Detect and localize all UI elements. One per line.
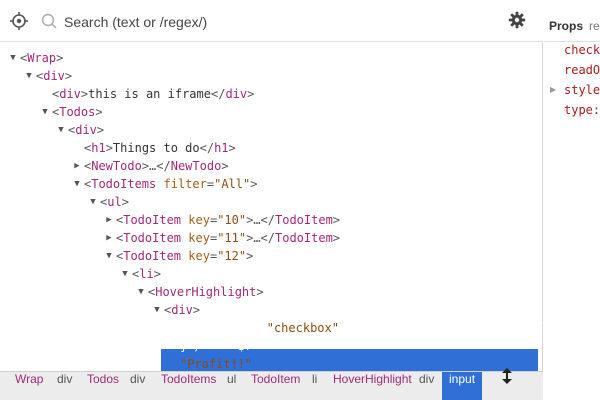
tree-node-label: <h1>Things to do</h1>: [84, 141, 236, 155]
collapse-arrow-icon[interactable]: ▼: [24, 67, 34, 85]
tree-row[interactable]: <h1>Things to do</h1>: [0, 139, 543, 157]
collapse-arrow-icon[interactable]: ▼: [136, 283, 146, 301]
tree-row[interactable]: ▶ <NewTodo>…</NewTodo>: [0, 157, 543, 175]
tree-node-label: <TodoItems filter="All">: [84, 177, 258, 191]
component-tree: ▼ <Wrap> ▼ <div> <div>this is an iframe</div…: [0, 44, 563, 389]
tree-row[interactable]: ▼ <li>: [0, 265, 543, 283]
tree-row[interactable]: ▶ <TodoItem key="10">…</TodoItem>: [0, 211, 543, 229]
collapse-arrow-icon[interactable]: ▼: [40, 103, 50, 121]
expand-arrow-icon[interactable]: ▶: [72, 157, 82, 175]
tree-node-label: <TodoItem key="10">…</TodoItem>: [116, 213, 341, 227]
breadcrumb-item[interactable]: Todos: [87, 372, 119, 400]
tree-node-label: <input type="checkbox" readOnly={true} c…: [180, 321, 563, 335]
expand-arrow-icon[interactable]: ▶: [104, 229, 114, 247]
props-panel: Props re checke readOn ▶ style: type:: [544, 0, 600, 400]
breadcrumb-item[interactable]: Wrap: [15, 372, 43, 400]
tree-row[interactable]: } /> == $r: [0, 337, 543, 355]
breadcrumb-item[interactable]: div: [57, 372, 72, 400]
expand-arrow-icon[interactable]: ▶: [104, 211, 114, 229]
breadcrumb-item[interactable]: li: [312, 372, 317, 400]
props-title: Props: [549, 19, 584, 33]
tree-node-label: <TodoItem key="12">: [116, 249, 254, 263]
tree-node-label: <ul>: [100, 195, 129, 209]
tree-node-label: <li>: [132, 267, 161, 281]
breadcrumb: Wrap div Todos div TodoItems ul TodoItem li Hove…: [0, 371, 543, 400]
breadcrumb-item[interactable]: div: [130, 372, 145, 400]
tree-row[interactable]: ▼ <ul>: [0, 193, 543, 211]
breadcrumb-item[interactable]: div: [419, 372, 434, 400]
breadcrumb-item[interactable]: TodoItem: [251, 372, 300, 400]
collapse-arrow-icon[interactable]: ▼: [104, 247, 114, 265]
tree-row[interactable]: ▼ <div>: [0, 121, 543, 139]
tree-node-label: <div>: [68, 123, 105, 137]
collapse-arrow-icon[interactable]: ▼: [56, 121, 66, 139]
search-icon: [41, 13, 57, 29]
collapse-arrow-icon[interactable]: ▼: [72, 175, 82, 193]
tree-node-label: } /> == $r: [180, 339, 253, 353]
prop-item[interactable]: style:: [564, 83, 600, 97]
tree-node-label: <HoverHighlight>: [148, 285, 264, 299]
resize-handle-icon[interactable]: [500, 367, 514, 385]
tree-node-label: <div>: [36, 69, 73, 83]
gear-icon[interactable]: [508, 11, 526, 29]
tree-node-label: <NewTodo>…</NewTodo>: [84, 159, 229, 173]
tree-row[interactable]: ▼ <TodoItem key="12">: [0, 247, 543, 265]
tree-node-label: <TodoItem key="11">…</TodoItem>: [116, 231, 341, 245]
props-subtitle: re: [589, 19, 600, 33]
tree-node-label: <div>: [164, 303, 201, 317]
tree-node-label: <Todos>: [52, 105, 103, 119]
collapse-arrow-icon[interactable]: ▼: [88, 193, 98, 211]
breadcrumb-item[interactable]: input: [442, 372, 483, 400]
tree-row[interactable]: <div>this is an iframe</div>: [0, 85, 543, 103]
breadcrumb-item[interactable]: TodoItems: [161, 372, 216, 400]
tree-node-label: <Wrap>: [20, 51, 64, 65]
toolbar: [0, 0, 543, 42]
tree-row[interactable]: ▼ <Wrap>: [0, 49, 543, 67]
collapse-arrow-icon[interactable]: ▼: [8, 49, 18, 67]
tree-row[interactable]: ▼ <Todos>: [0, 103, 543, 121]
target-icon[interactable]: [10, 12, 28, 30]
tree-row[interactable]: ▼ <HoverHighlight>: [0, 283, 543, 301]
prop-item[interactable]: type:: [564, 103, 600, 117]
tree-row[interactable]: ▶ <TodoItem key="11">…</TodoItem>: [0, 229, 543, 247]
tree-row[interactable]: <input type="checkbox" readOnly={true} c…: [0, 319, 563, 337]
collapse-arrow-icon[interactable]: ▼: [120, 265, 130, 283]
tree-row[interactable]: ▼ <div>: [0, 301, 543, 319]
search-input[interactable]: [64, 12, 424, 32]
breadcrumb-item[interactable]: HoverHighlight: [333, 372, 412, 400]
component-tree-panel: ▼<Wrap>▼<div><div>this is an iframe</div…: [0, 0, 563, 400]
tree-node-label: <div>this is an iframe</div>: [52, 87, 255, 101]
collapse-arrow-icon[interactable]: ▼: [152, 301, 162, 319]
prop-item[interactable]: readOn: [564, 63, 600, 77]
breadcrumb-item[interactable]: ul: [227, 372, 236, 400]
tree-row[interactable]: ▼ <div>: [0, 67, 543, 85]
tree-row[interactable]: ▼ <TodoItems filter="All">: [0, 175, 543, 193]
props-header: Props re: [544, 0, 600, 42]
prop-item[interactable]: checke: [564, 43, 600, 57]
expand-arrow-icon[interactable]: ▶: [550, 85, 556, 94]
